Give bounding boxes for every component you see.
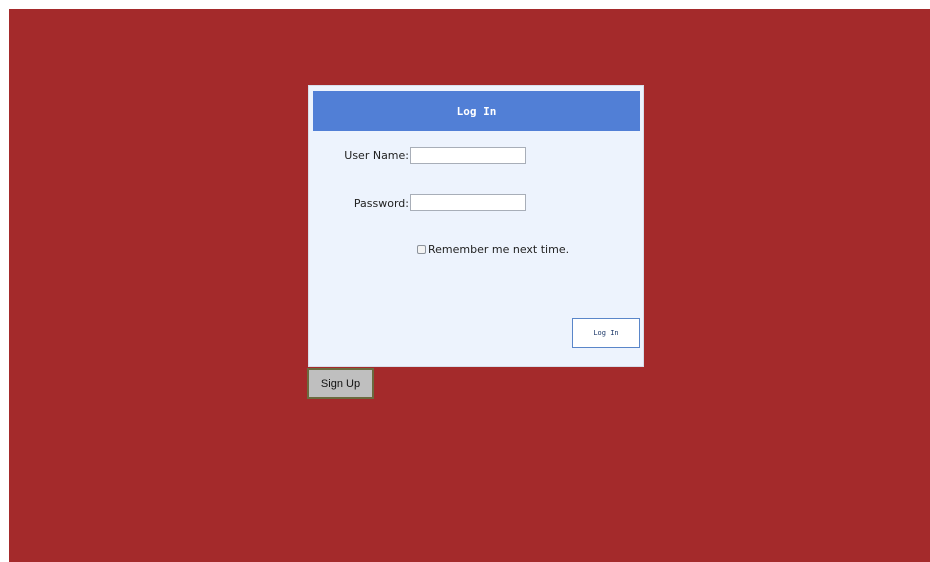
login-panel: Log In User Name: Password: Remember me … bbox=[308, 85, 644, 367]
remember-me-row[interactable]: Remember me next time. bbox=[417, 243, 569, 256]
password-input[interactable] bbox=[410, 194, 526, 211]
login-title: Log In bbox=[313, 91, 640, 131]
signup-button[interactable]: Sign Up bbox=[307, 368, 374, 399]
remember-me-label: Remember me next time. bbox=[428, 243, 570, 256]
username-label: User Name: bbox=[344, 149, 409, 162]
login-button[interactable]: Log In bbox=[572, 318, 640, 348]
username-input[interactable] bbox=[410, 147, 526, 164]
password-label: Password: bbox=[353, 197, 409, 210]
remember-me-checkbox[interactable] bbox=[417, 245, 426, 254]
